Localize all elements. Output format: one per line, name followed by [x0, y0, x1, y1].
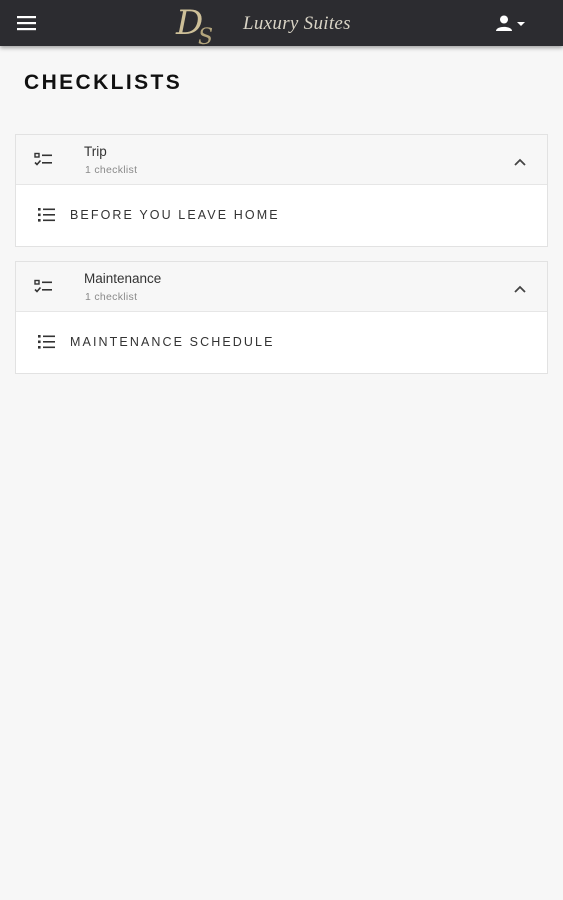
brand-logo[interactable]: DS Luxury Suites	[176, 3, 376, 50]
hamburger-menu-icon[interactable]	[17, 14, 37, 32]
checklist-item-before-you-leave-home[interactable]: BEFORE YOU LEAVE HOME	[16, 185, 547, 246]
app-header: DS Luxury Suites	[0, 0, 563, 50]
group-count: 1 checklist	[85, 164, 138, 176]
user-menu-button[interactable]	[495, 14, 531, 34]
checklist-item-label: MAINTENANCE SCHEDULE	[70, 335, 275, 349]
logo-text: Luxury Suites	[243, 13, 351, 34]
logo-monogram: DS	[176, 3, 214, 50]
group-name: Maintenance	[84, 271, 162, 286]
chevron-up-icon[interactable]	[513, 281, 527, 293]
page-title: CHECKLISTS	[24, 71, 183, 94]
checklist-item-maintenance-schedule[interactable]: MAINTENANCE SCHEDULE	[16, 312, 547, 373]
group-count: 1 checklist	[85, 291, 138, 303]
list-icon	[38, 207, 56, 223]
chevron-up-icon[interactable]	[513, 154, 527, 166]
checklist-group-trip: Trip 1 checklist BEFORE YOU LEAVE HOME	[15, 134, 548, 247]
checklist-group-icon	[34, 279, 54, 295]
checklist-group-icon	[34, 152, 54, 168]
group-header-trip[interactable]: Trip 1 checklist	[16, 135, 547, 185]
checklist-group-maintenance: Maintenance 1 checklist MAINTENANCE SCHE…	[15, 261, 548, 374]
list-icon	[38, 334, 56, 350]
group-header-maintenance[interactable]: Maintenance 1 checklist	[16, 262, 547, 312]
group-name: Trip	[84, 144, 107, 159]
user-account-icon	[496, 15, 525, 31]
checklist-item-label: BEFORE YOU LEAVE HOME	[70, 208, 280, 222]
